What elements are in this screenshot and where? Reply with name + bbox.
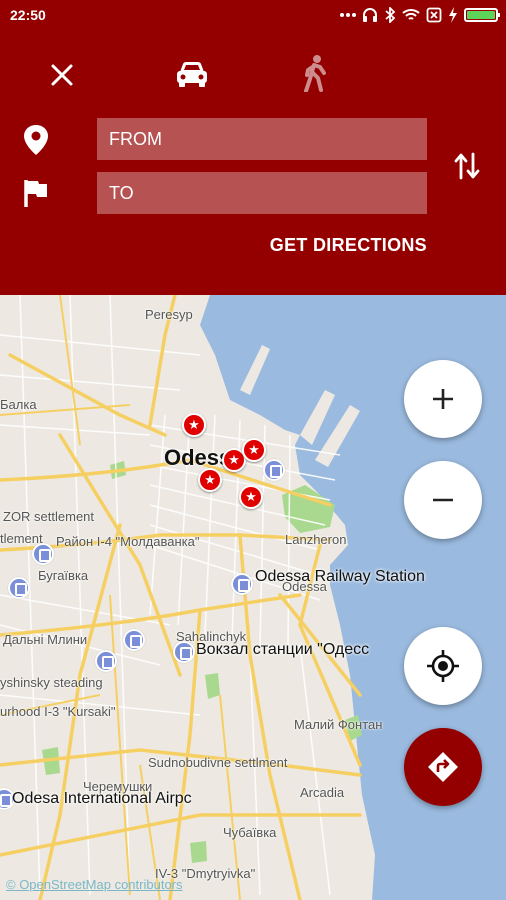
wifi-icon bbox=[402, 9, 420, 20]
car-icon[interactable] bbox=[172, 56, 212, 92]
close-icon[interactable] bbox=[45, 58, 79, 92]
map-label: Район І-4 "Молдаванка" bbox=[56, 534, 200, 549]
train-station-icon[interactable] bbox=[173, 641, 195, 663]
flag-icon bbox=[24, 180, 47, 207]
map-label: ZOR settlement bbox=[3, 509, 95, 524]
battery-icon bbox=[464, 8, 500, 22]
map-label: Lanzheron bbox=[285, 532, 347, 547]
star-marker[interactable]: ★ bbox=[198, 468, 222, 492]
more-dots-icon bbox=[340, 13, 356, 17]
train-station-icon[interactable] bbox=[32, 543, 54, 565]
train-station-icon[interactable] bbox=[123, 629, 145, 651]
map-label: Бугаївка bbox=[38, 568, 89, 583]
star-marker[interactable]: ★ bbox=[182, 413, 206, 437]
map-label: urhood I-3 "Kursaki" bbox=[0, 704, 116, 719]
location-pin-icon bbox=[24, 125, 48, 155]
status-bar: 22:50 bbox=[0, 0, 506, 30]
plus-icon bbox=[433, 389, 453, 409]
get-directions-button[interactable]: GET DIRECTIONS bbox=[270, 235, 427, 256]
zoom-out-button[interactable] bbox=[404, 461, 482, 539]
map-label: Peresyp bbox=[145, 307, 193, 322]
map-label: Чубаївка bbox=[223, 825, 277, 840]
train-station-icon[interactable] bbox=[231, 573, 253, 595]
train-station-icon[interactable] bbox=[8, 577, 30, 599]
walk-icon[interactable] bbox=[298, 54, 332, 92]
poi-label: Odesa International Airpc bbox=[12, 790, 192, 807]
poi-label: Вокзал станции "Одесс bbox=[196, 641, 370, 658]
headset-icon bbox=[363, 8, 377, 22]
poi-label: Odessa Railway Station bbox=[255, 568, 425, 585]
crosshair-icon bbox=[427, 650, 459, 682]
map-label: Arcadia bbox=[300, 785, 345, 800]
train-station-icon[interactable] bbox=[263, 459, 285, 481]
bluetooth-icon bbox=[385, 7, 396, 23]
directions-panel: 22:50 GET bbox=[0, 0, 506, 295]
star-marker[interactable]: ★ bbox=[239, 485, 263, 509]
status-time: 22:50 bbox=[10, 7, 46, 23]
map-label: Дальні Млини bbox=[3, 632, 88, 647]
route-button[interactable] bbox=[404, 728, 482, 806]
map-label: Балка bbox=[0, 397, 37, 412]
from-input[interactable] bbox=[97, 118, 427, 160]
swap-icon[interactable] bbox=[452, 150, 482, 182]
zoom-in-button[interactable] bbox=[404, 360, 482, 438]
map-label: Малий Фонтан bbox=[294, 717, 383, 732]
train-station-icon[interactable] bbox=[95, 650, 117, 672]
star-marker[interactable]: ★ bbox=[242, 438, 266, 462]
osm-attribution-link[interactable]: © OpenStreetMap contributors bbox=[6, 877, 183, 892]
to-input[interactable] bbox=[97, 172, 427, 214]
map-label: yshinsky steading bbox=[0, 675, 103, 690]
sim-off-icon bbox=[426, 7, 442, 23]
charging-icon bbox=[449, 7, 457, 23]
status-icons bbox=[340, 6, 500, 24]
my-location-button[interactable] bbox=[404, 627, 482, 705]
minus-icon bbox=[433, 498, 453, 502]
directions-icon bbox=[428, 752, 458, 782]
map-label: Sudnobudivne settlment bbox=[148, 755, 288, 770]
